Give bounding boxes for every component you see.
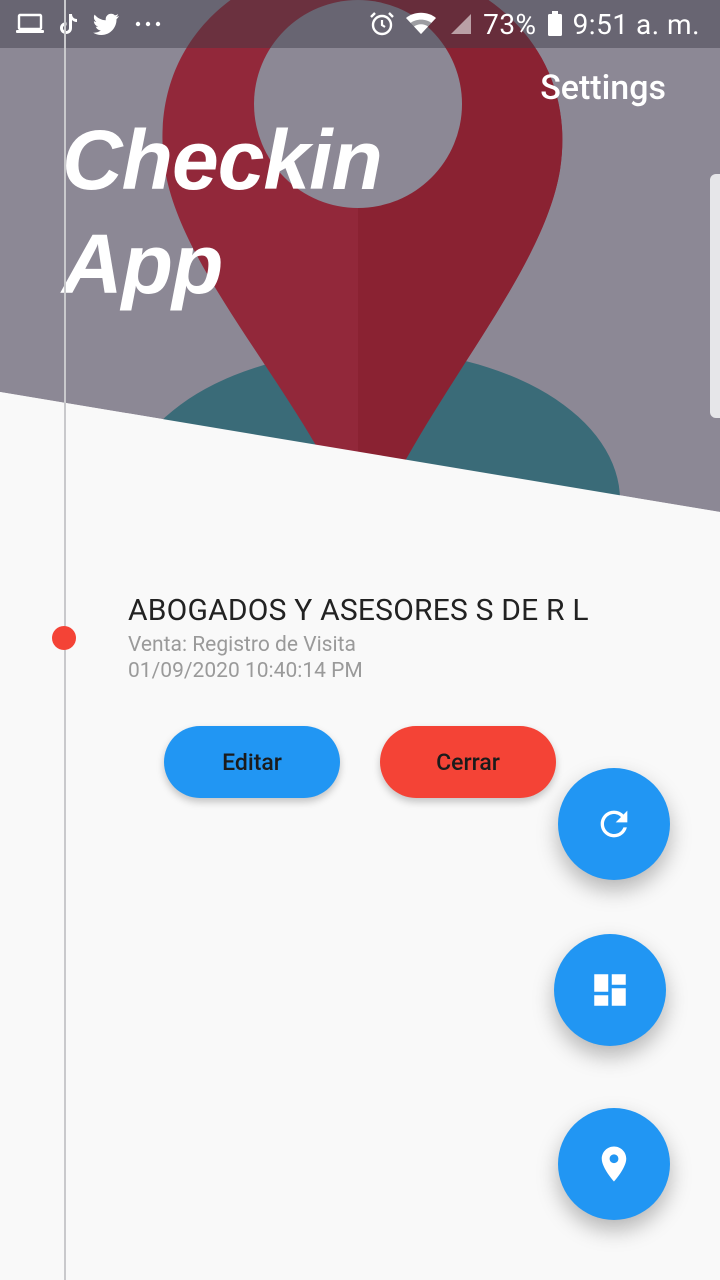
settings-link[interactable]: Settings: [540, 68, 666, 108]
app-title-line1: Checkin: [62, 113, 383, 207]
app-title: Checkin App: [62, 108, 383, 316]
timeline-dot: [52, 626, 76, 650]
app-title-line2: App: [62, 217, 223, 311]
edit-button[interactable]: Editar: [164, 726, 340, 798]
alarm-icon: [370, 12, 394, 36]
tiktok-icon: [60, 14, 77, 34]
entry-title: ABOGADOS Y ASESORES S DE R L: [128, 593, 589, 628]
battery-icon: [547, 11, 562, 36]
status-left-icons: [16, 12, 162, 36]
battery-percent: 73%: [483, 7, 537, 41]
laptop-icon: [16, 13, 44, 33]
status-right-icons: 73% 9:51 a. m.: [369, 8, 700, 41]
refresh-fab[interactable]: [558, 768, 670, 880]
close-button[interactable]: Cerrar: [380, 726, 556, 798]
clock: 9:51 a. m.: [572, 7, 700, 41]
twitter-icon: [93, 13, 119, 35]
wifi-icon: [406, 12, 437, 34]
entry-subtitle: Venta: Registro de Visita: [128, 633, 356, 657]
timeline-entry[interactable]: ABOGADOS Y ASESORES S DE R L Venta: Regi…: [128, 590, 589, 684]
status-bar: 73% 9:51 a. m.: [0, 0, 720, 48]
edit-button-label: Editar: [222, 748, 282, 776]
header: 73% 9:51 a. m. Settings Checkin App: [0, 0, 720, 520]
signal-icon: [451, 14, 472, 34]
entry-datetime: 01/09/2020 10:40:14 PM: [128, 659, 363, 683]
dashboard-icon: [594, 974, 626, 1006]
refresh-icon: [600, 810, 628, 838]
scroll-indicator[interactable]: [710, 174, 720, 418]
location-pin-icon: [601, 1146, 627, 1182]
more-icon: [135, 21, 161, 27]
location-fab[interactable]: [558, 1108, 670, 1220]
close-button-label: Cerrar: [436, 748, 500, 776]
dashboard-fab[interactable]: [554, 934, 666, 1046]
